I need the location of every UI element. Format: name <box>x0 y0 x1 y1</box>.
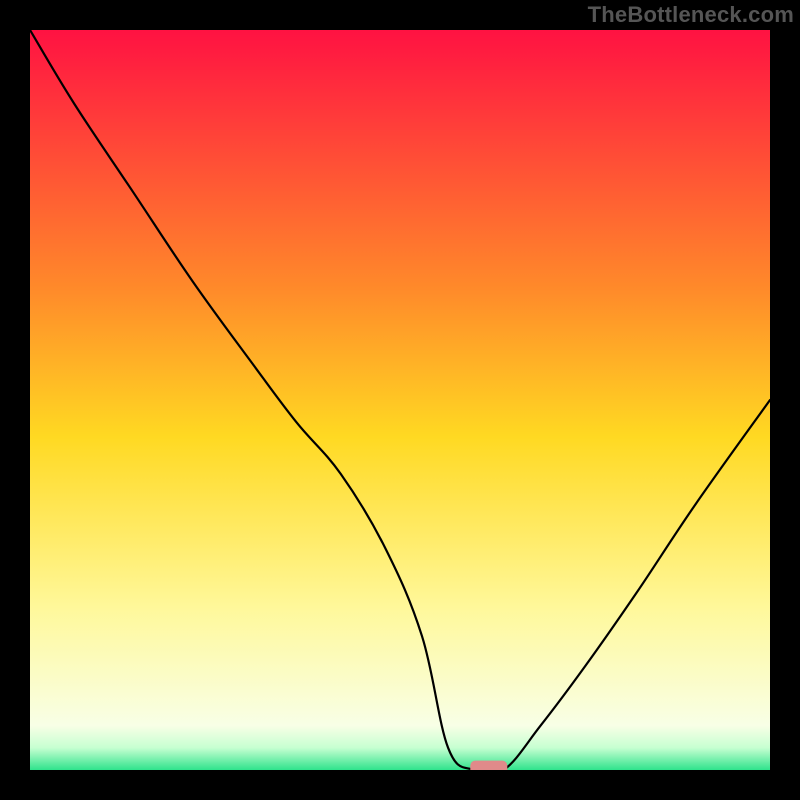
branding-label: TheBottleneck.com <box>588 2 794 28</box>
optimal-point-marker <box>470 761 507 770</box>
chart-frame: TheBottleneck.com <box>0 0 800 800</box>
plot-area <box>30 30 770 770</box>
gradient-background <box>30 30 770 770</box>
chart-svg <box>30 30 770 770</box>
